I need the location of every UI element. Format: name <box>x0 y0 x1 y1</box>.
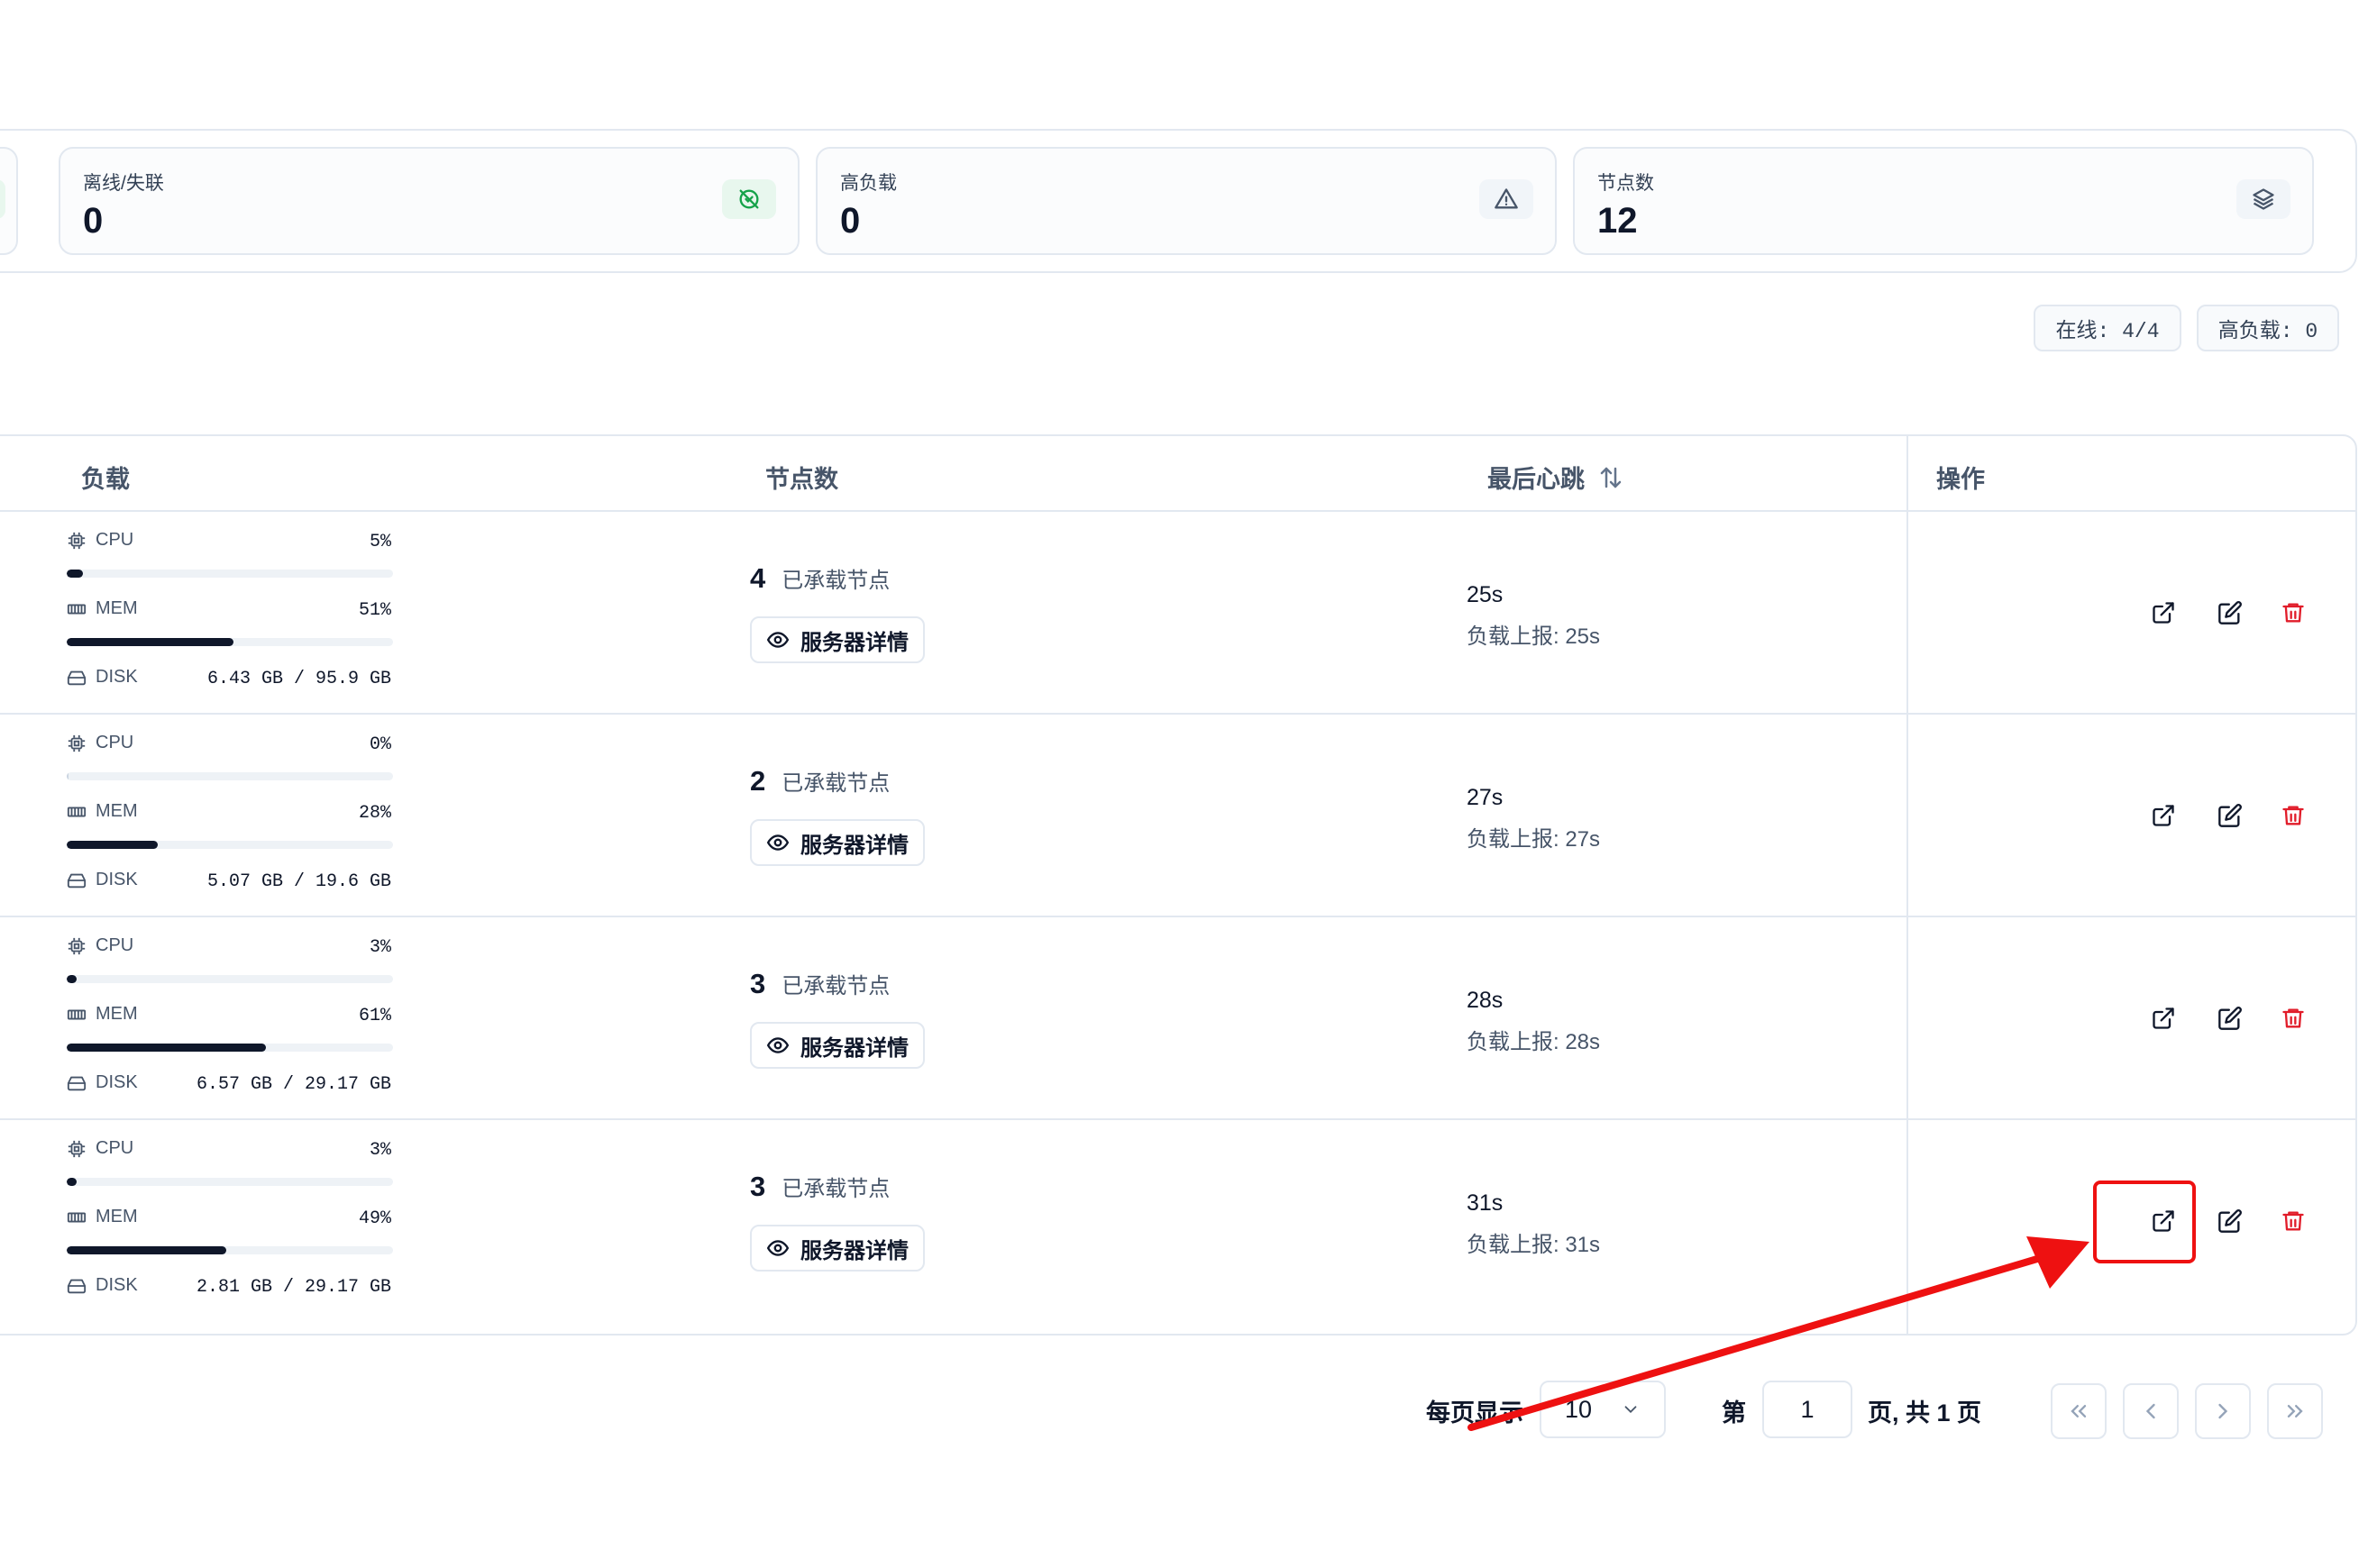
annotation-arrow <box>1467 1236 2089 1431</box>
